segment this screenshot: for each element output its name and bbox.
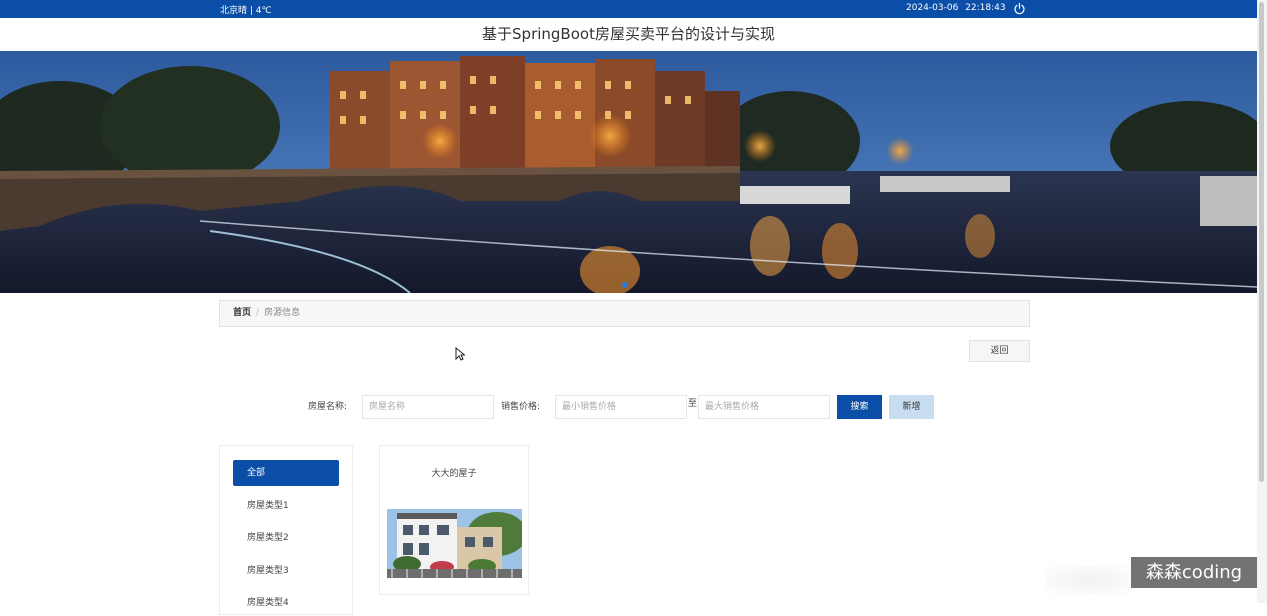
- banner-carousel[interactable]: [0, 51, 1257, 293]
- breadcrumb-separator: /: [256, 308, 260, 318]
- min-price-input[interactable]: [555, 395, 687, 419]
- search-button[interactable]: 搜索: [837, 395, 882, 419]
- power-icon[interactable]: [1013, 2, 1026, 15]
- house-name-input[interactable]: [362, 395, 494, 419]
- range-to-label: 至: [688, 399, 698, 409]
- date-text: 2024-03-06: [906, 3, 959, 13]
- site-title: 基于SpringBoot房屋买卖平台的设计与实现: [482, 25, 775, 43]
- datetime: 2024-03-06 22:18:43: [906, 3, 1006, 13]
- category-item-type1[interactable]: 房屋类型1: [233, 493, 339, 519]
- page-scrollbar[interactable]: [1257, 0, 1267, 603]
- carousel-indicator-dot[interactable]: [622, 282, 628, 288]
- corner-fade: [1045, 565, 1135, 595]
- category-item-all[interactable]: 全部: [233, 460, 339, 486]
- back-button[interactable]: 返回: [969, 340, 1030, 362]
- max-price-input[interactable]: [698, 395, 830, 419]
- weather-info: 北京晴 | 4℃: [220, 6, 272, 16]
- watermark: 森森coding: [1131, 557, 1257, 588]
- scrollbar-thumb[interactable]: [1259, 2, 1264, 482]
- breadcrumb-current: 房源信息: [264, 308, 301, 318]
- listing-photo[interactable]: [387, 509, 522, 578]
- top-bar: 北京晴 | 4℃ 2024-03-06 22:18:43: [0, 0, 1257, 18]
- category-item-type3[interactable]: 房屋类型3: [233, 558, 339, 584]
- house-photo-image: [387, 509, 522, 578]
- listing-name: 大大的屋子: [431, 469, 477, 479]
- category-item-type2[interactable]: 房屋类型2: [233, 525, 339, 551]
- price-label: 销售价格:: [501, 402, 541, 412]
- listing-card[interactable]: 大大的屋子: [379, 445, 529, 595]
- category-list: 全部 房屋类型1 房屋类型2 房屋类型3 房屋类型4: [219, 445, 353, 615]
- time-text: 22:18:43: [965, 3, 1006, 13]
- house-name-label: 房屋名称:: [308, 402, 348, 412]
- category-item-type4[interactable]: 房屋类型4: [233, 590, 339, 616]
- add-button[interactable]: 新增: [889, 395, 934, 419]
- breadcrumb: 首页 / 房源信息: [219, 300, 1030, 327]
- mouse-cursor-icon: [455, 347, 465, 361]
- breadcrumb-home[interactable]: 首页: [233, 308, 251, 318]
- banner-image: [0, 51, 1257, 293]
